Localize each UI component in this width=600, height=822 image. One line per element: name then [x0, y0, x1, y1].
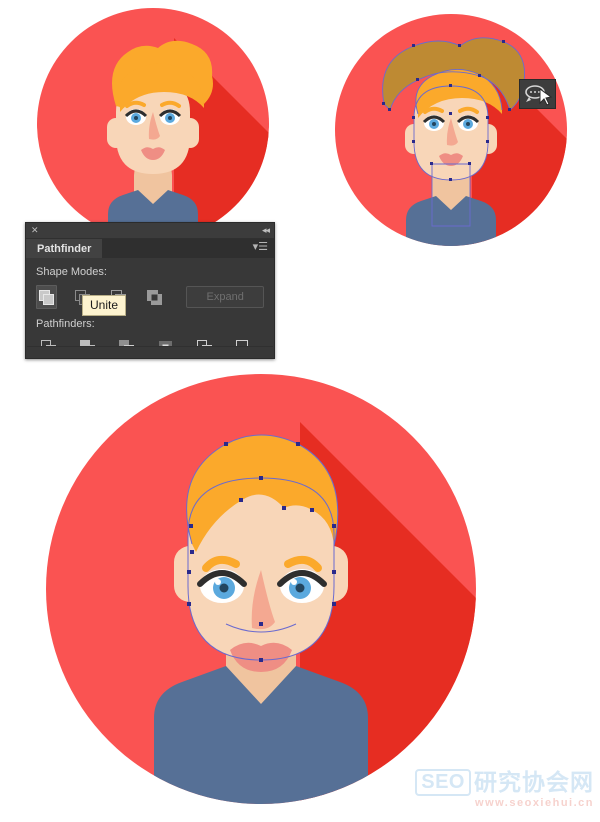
watermark: SEO 研究协会网 www.seoxiehui.cn: [415, 769, 594, 809]
exclude-button[interactable]: [144, 285, 165, 309]
watermark-badge: SEO: [415, 769, 471, 796]
unite-button[interactable]: [36, 285, 58, 309]
close-icon[interactable]: ✕: [31, 226, 39, 235]
collapse-panel-icon[interactable]: ◂◂: [262, 225, 270, 236]
tab-pathfinder[interactable]: Pathfinder: [26, 239, 103, 258]
unite-tooltip: Unite: [82, 295, 127, 316]
pathfinders-label: Pathfinders:: [36, 318, 95, 330]
watermark-title-row: SEO 研究协会网: [415, 769, 594, 796]
avatar-result[interactable]: [46, 374, 516, 817]
eye-left: [422, 115, 446, 131]
panel-tabbar: Pathfinder ▾☰: [26, 239, 274, 258]
expand-button-label: Expand: [206, 291, 244, 303]
avatar-before[interactable]: [24, 8, 282, 240]
shape-modes-row: Expand: [36, 285, 264, 309]
selection-cursor-icon: [519, 79, 556, 109]
panel-footer: [27, 346, 273, 357]
eye-right: [456, 115, 480, 131]
eye-left: [124, 109, 148, 125]
watermark-url: www.seoxiehui.cn: [475, 797, 594, 809]
eye-right: [158, 109, 182, 125]
avatar-result-artwork: [46, 374, 476, 804]
shape-modes-label: Shape Modes:: [36, 266, 107, 278]
panel-body: Shape Modes: Expand Pathfinders:: [26, 258, 274, 330]
eye-right: [277, 569, 327, 603]
avatar-selected-artwork: [335, 14, 567, 246]
expand-button[interactable]: Expand: [186, 286, 264, 308]
tab-pathfinder-label: Pathfinder: [37, 242, 92, 255]
illustrator-canvas: ✕ ◂◂ Pathfinder ▾☰ Shape Modes: Expand P…: [0, 0, 600, 817]
avatar-before-artwork: [37, 8, 269, 240]
panel-menu-icon[interactable]: ▾☰: [253, 242, 268, 253]
watermark-chinese: 研究协会网: [474, 769, 594, 795]
avatar-selected[interactable]: [322, 8, 580, 250]
pathfinder-panel[interactable]: ✕ ◂◂ Pathfinder ▾☰ Shape Modes: Expand P…: [25, 222, 275, 359]
eye-left: [197, 569, 247, 603]
panel-titlebar: ✕ ◂◂: [26, 223, 274, 239]
